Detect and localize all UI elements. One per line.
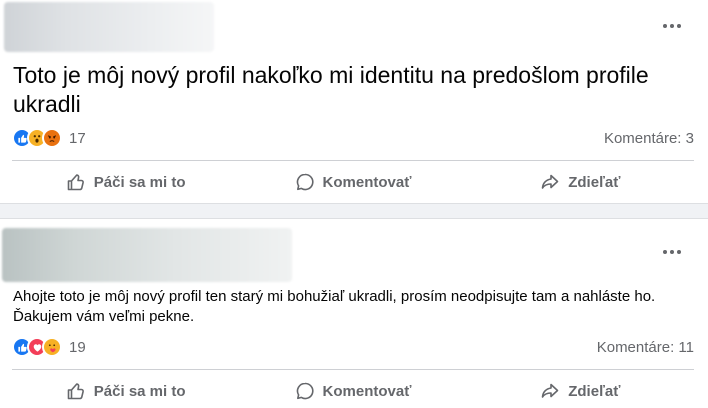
blurred-author-header — [2, 228, 292, 282]
post-actions: Páči sa mi to Komentovať Zdieľať — [12, 162, 694, 202]
reaction-icons[interactable] — [12, 337, 62, 357]
share-button[interactable]: Zdieľať — [467, 371, 694, 408]
comment-icon — [296, 382, 314, 400]
divider — [12, 160, 694, 161]
post-text: Ahojte toto je môj nový profil ten starý… — [13, 288, 656, 325]
angry-icon — [42, 128, 62, 148]
post-card: Ahojte toto je môj nový profil ten starý… — [0, 218, 708, 408]
comment-button[interactable]: Komentovať — [239, 371, 466, 408]
post-actions: Páči sa mi to Komentovať Zdieľať — [12, 371, 694, 408]
blurred-author-header — [4, 2, 214, 52]
more-options-icon[interactable] — [658, 245, 686, 259]
reaction-icons[interactable] — [12, 128, 62, 148]
like-button[interactable]: Páči sa mi to — [12, 162, 239, 202]
post-card: Toto je môj nový profil nakoľko mi ident… — [0, 0, 708, 204]
share-label: Zdieľať — [568, 382, 621, 400]
share-icon — [541, 174, 559, 189]
reaction-count[interactable]: 17 — [69, 130, 86, 147]
share-button[interactable]: Zdieľať — [467, 162, 694, 202]
comment-button[interactable]: Komentovať — [239, 162, 466, 202]
reactions-summary: 19 Komentáre: 11 — [12, 336, 694, 358]
divider — [12, 369, 694, 370]
like-label: Páči sa mi to — [93, 382, 186, 400]
thumbs-up-icon — [67, 383, 84, 400]
share-icon — [541, 383, 559, 398]
share-label: Zdieľať — [568, 173, 621, 191]
comment-icon — [296, 173, 314, 191]
post-text: Toto je môj nový profil nakoľko mi ident… — [13, 62, 649, 117]
comment-label: Komentovať — [322, 173, 412, 191]
more-options-icon[interactable] — [658, 19, 686, 33]
comment-count[interactable]: Komentáre: 11 — [597, 339, 694, 356]
reactions-summary: 17 Komentáre: 3 — [12, 127, 694, 149]
care-icon — [42, 337, 62, 357]
thumbs-up-icon — [67, 174, 84, 191]
comment-count[interactable]: Komentáre: 3 — [604, 130, 694, 147]
reaction-count[interactable]: 19 — [69, 339, 86, 356]
comment-label: Komentovať — [322, 382, 412, 400]
like-label: Páči sa mi to — [93, 173, 186, 191]
like-button[interactable]: Páči sa mi to — [12, 371, 239, 408]
